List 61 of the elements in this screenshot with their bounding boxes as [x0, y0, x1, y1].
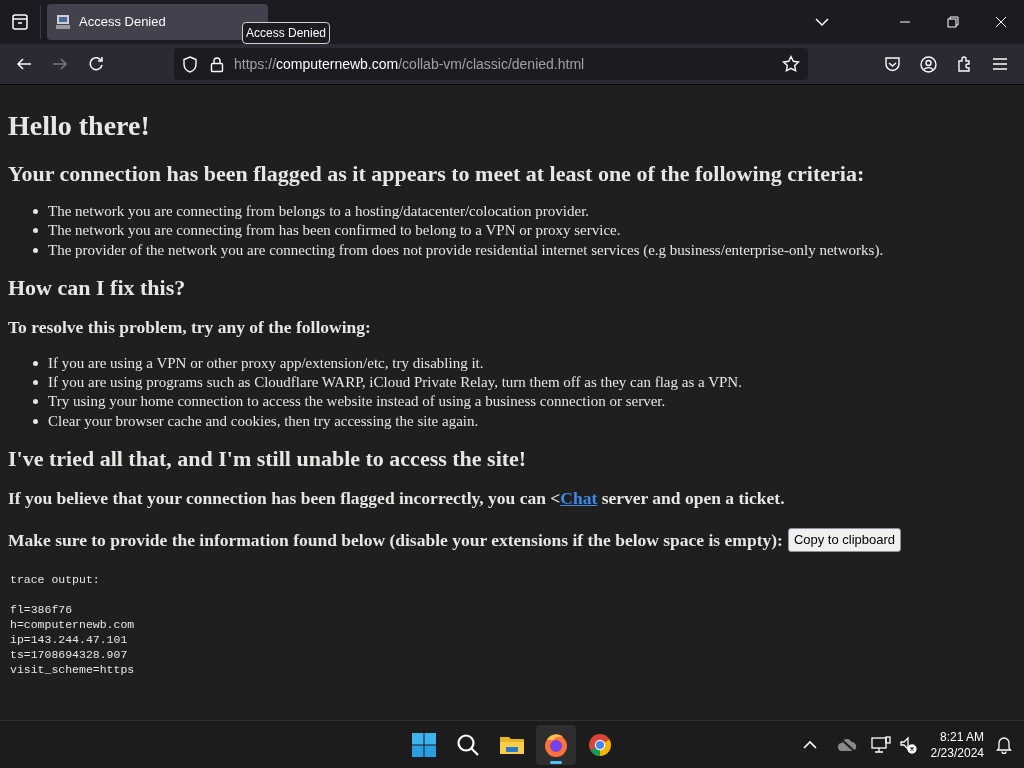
account-icon[interactable] — [920, 55, 937, 73]
windows-logo-icon — [412, 733, 436, 757]
paragraph: Make sure to provide the information found below (disable your extensions if the below space is empty): — [8, 528, 783, 551]
bullet-icon — [33, 399, 38, 405]
section-heading: I've tried all that, and I'm still unable to access the site! — [8, 445, 528, 474]
forward-icon[interactable] — [52, 56, 68, 72]
chevron-down-icon[interactable] — [815, 17, 829, 27]
computer-icon — [55, 14, 71, 30]
bullet-icon — [33, 360, 38, 366]
clock-date[interactable]: 2/23/2024 — [930, 744, 984, 761]
reload-icon[interactable] — [88, 56, 104, 72]
list-item: The network you are connecting from belongs to a hosting/datacenter/colocation provider. — [48, 202, 590, 221]
tab-list-icon[interactable] — [11, 13, 29, 31]
close-icon[interactable] — [995, 16, 1007, 28]
shield-icon[interactable] — [182, 55, 198, 73]
chat-link[interactable]: Chat — [560, 488, 598, 509]
folder-icon — [499, 734, 525, 756]
paragraph: If you believe that your connection has been flagged incorrectly, you can <Chat server and open a ticket. — [8, 487, 786, 510]
trace-line: ip=143.244.47.101 — [10, 631, 129, 647]
restore-icon[interactable] — [947, 16, 959, 28]
clock-time[interactable]: 8:21 AM — [939, 728, 984, 745]
address-bar[interactable]: https://computernewb.com/collab-vm/classic/denied.html — [174, 48, 808, 80]
tab-title: Access Denied — [79, 13, 166, 32]
list-item: If you are using programs such as Cloudflare WARP, iCloud Private Relay, turn them off as they can flag as a VPN. — [48, 373, 742, 393]
trace-heading: trace output: — [10, 571, 101, 587]
cloud-off-icon[interactable] — [836, 736, 857, 753]
notification-bell-icon[interactable] — [996, 735, 1012, 754]
trace-line: h=computernewb.com — [10, 616, 136, 632]
list-item: The provider of the network you are connecting from does not provide residential internet services (e.g business/enterprise-only networks). — [48, 240, 884, 260]
subheading: To resolve this problem, try any of the following: — [8, 315, 372, 338]
menu-icon[interactable] — [992, 57, 1008, 71]
extensions-icon[interactable] — [956, 55, 973, 73]
chrome-icon — [588, 733, 612, 757]
lock-icon[interactable] — [210, 55, 224, 73]
tooltip: Access Denied — [242, 22, 331, 44]
page-heading: Hello there! — [8, 109, 151, 143]
taskbar-button[interactable] — [536, 725, 576, 765]
copy-button[interactable]: Copy to clipboard — [787, 528, 902, 552]
pocket-icon[interactable] — [884, 55, 901, 73]
list-item: Clear your browser cache and cookies, then try accessing the site again. — [48, 411, 479, 431]
list-item: Try using your home connection to access the website instead of using a business connection or server. — [48, 392, 666, 412]
bullet-icon — [33, 228, 38, 234]
network-icon[interactable] — [870, 735, 891, 754]
bullet-icon — [33, 380, 38, 386]
bullet-icon — [33, 209, 38, 214]
bullet-icon — [33, 247, 38, 253]
search-icon — [456, 733, 480, 757]
speaker-muted-icon[interactable] — [898, 735, 917, 754]
bullet-icon — [33, 418, 38, 424]
trace-line: ts=1708694328.907 — [10, 646, 129, 662]
firefox-icon — [543, 732, 569, 758]
back-icon[interactable] — [16, 56, 32, 72]
trace-line: visit_scheme=https — [10, 661, 136, 677]
chevron-up-icon[interactable] — [802, 739, 817, 750]
list-item: The network you are connecting from has been confirmed to belong to a VPN or proxy service. — [48, 221, 621, 241]
section-heading: How can I fix this? — [8, 273, 187, 302]
trace-line: fl=386f76 — [10, 601, 74, 617]
section-heading: Your connection has been flagged as it appears to meet at least one of the following criteria: — [8, 160, 866, 188]
list-item: If you are using a VPN or other proxy app/extension/etc, try disabling it. — [48, 353, 484, 373]
bookmark-star-icon[interactable] — [782, 55, 800, 73]
url-text: https://computernewb.com/collab-vm/classic/denied.html — [234, 54, 585, 74]
